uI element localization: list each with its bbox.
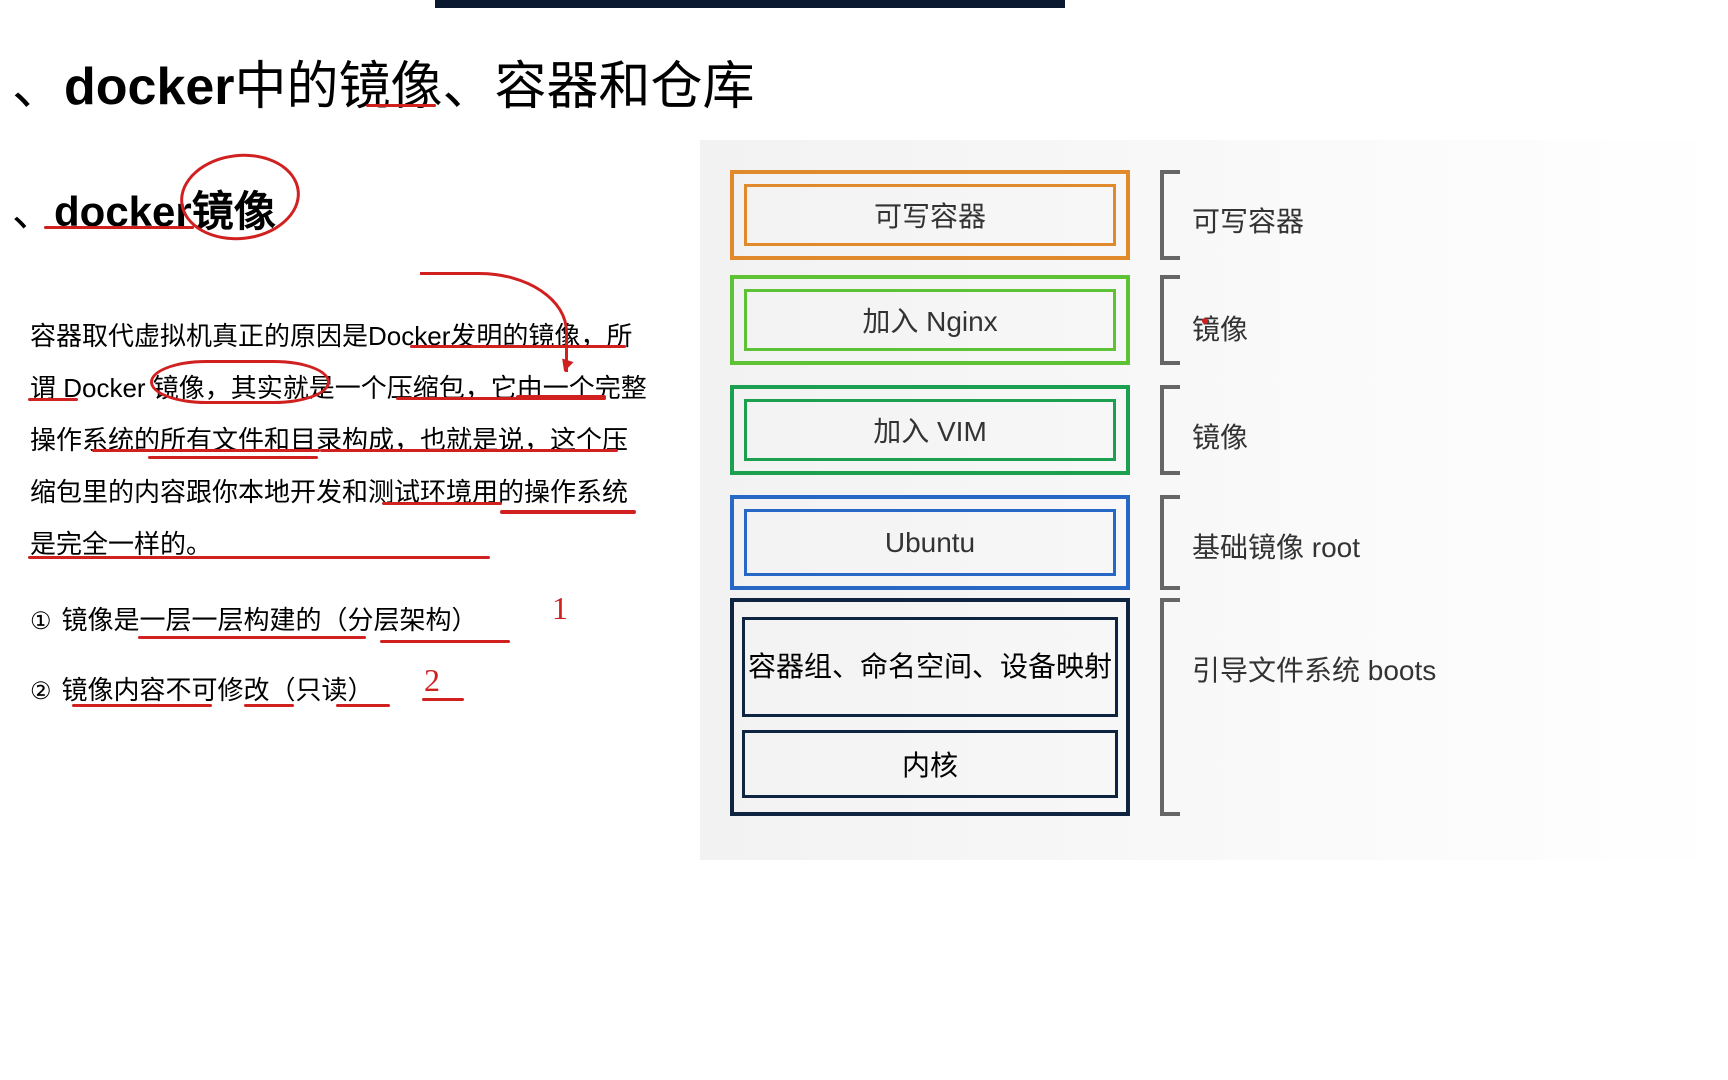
- section-prefix: 、: [12, 190, 54, 236]
- underline-annotation: [138, 636, 366, 639]
- red-mark-2: 2: [424, 662, 440, 699]
- arrow-annotation: [420, 272, 568, 372]
- layer-writable-container: 可写容器: [730, 170, 1130, 260]
- bracket-icon: [1160, 385, 1180, 475]
- point1-text: 镜像是一层一层构建的（分层架构）: [62, 605, 478, 635]
- underline-annotation: [516, 395, 606, 399]
- bullet-point-1: ① 镜像是一层一层构建的（分层架构）: [30, 600, 478, 637]
- red-dot-annotation: [1202, 318, 1208, 324]
- num-1-icon: ①: [30, 607, 52, 636]
- underline-annotation: [366, 104, 436, 107]
- underline-annotation: [500, 510, 636, 514]
- layer-kernel: 内核: [742, 730, 1118, 798]
- circle-annotation: [150, 360, 330, 404]
- layer-cgroup: 容器组、命名空间、设备映射: [742, 617, 1118, 717]
- bracket-icon: [1160, 598, 1180, 816]
- bracket-label-4: 基础镜像 root: [1192, 526, 1360, 566]
- underline-annotation: [92, 449, 320, 452]
- layer-vim: 加入 VIM: [730, 385, 1130, 475]
- bracket-label-2: 镜像: [1192, 308, 1248, 348]
- title-prefix: 、: [12, 59, 64, 116]
- underline-annotation: [320, 449, 618, 452]
- point2-text: 镜像内容不可修改（只读）: [62, 675, 374, 705]
- underline-annotation: [28, 556, 490, 559]
- underline-annotation: [382, 502, 502, 505]
- title-rest: 中的镜像、容器和仓库: [235, 58, 755, 116]
- red-mark-1: 1: [552, 590, 568, 627]
- underline-annotation: [422, 698, 464, 701]
- title-bold: docker: [64, 58, 235, 116]
- bracket-label-1: 可写容器: [1192, 200, 1304, 240]
- underline-annotation: [148, 456, 318, 459]
- underline-annotation: [28, 398, 78, 401]
- num-2-icon: ②: [30, 677, 52, 706]
- bracket-icon: [1160, 495, 1180, 590]
- bullet-point-2: ② 镜像内容不可修改（只读）: [30, 670, 374, 707]
- underline-annotation: [380, 640, 510, 643]
- underline-annotation: [72, 704, 212, 707]
- top-dark-bar: [435, 0, 1065, 8]
- layer-nginx: 加入 Nginx: [730, 275, 1130, 365]
- bracket-label-5: 引导文件系统 boots: [1192, 650, 1436, 692]
- underline-annotation: [336, 704, 390, 707]
- bracket-label-3: 镜像: [1192, 416, 1248, 456]
- underline-annotation: [244, 704, 294, 707]
- layer-ubuntu: Ubuntu: [730, 495, 1130, 590]
- page-title: 、docker中的镜像、容器和仓库: [12, 44, 755, 119]
- layer-diagram: 可写容器 加入 Nginx 加入 VIM Ubuntu 容器组、命名空间、设备映…: [700, 140, 1728, 860]
- layer-bootfs-group: 容器组、命名空间、设备映射 内核: [730, 598, 1130, 816]
- bracket-icon: [1160, 275, 1180, 365]
- bracket-icon: [1160, 170, 1180, 260]
- underline-annotation: [44, 226, 194, 229]
